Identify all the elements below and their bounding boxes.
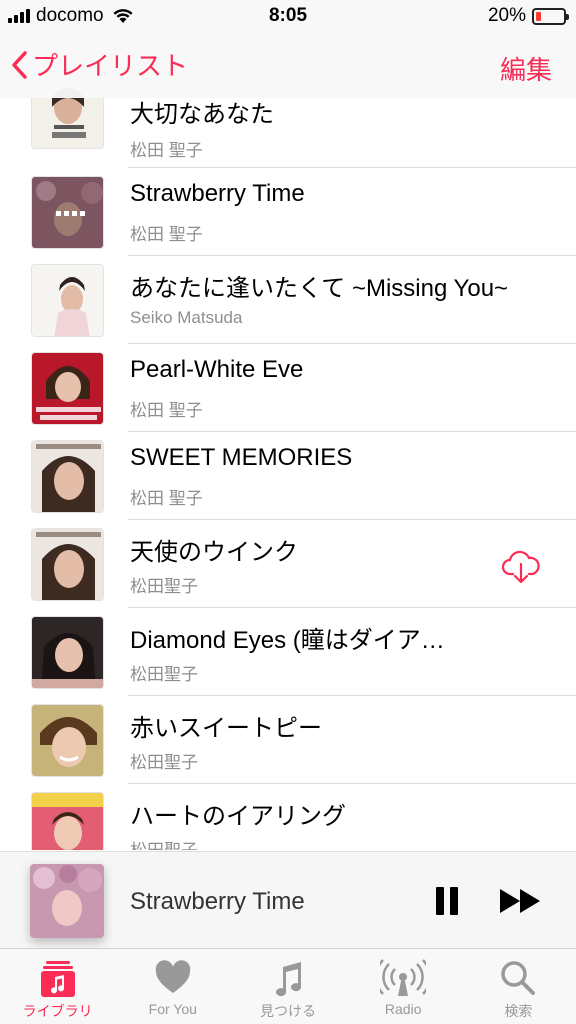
battery-indicator: 20% <box>487 5 569 27</box>
album-art <box>31 704 104 777</box>
radio-icon <box>380 959 427 996</box>
tab-label: 見つける <box>260 1003 316 1019</box>
tab-label: Radio <box>384 1001 422 1017</box>
music-note-icon <box>276 962 302 997</box>
song-title: ハートのイアリング <box>130 803 346 830</box>
song-title: SWEET MEMORIES <box>130 444 353 471</box>
now-playing-art <box>30 864 104 938</box>
song-row[interactable]: 赤いスイートピー 松田聖子 <box>0 696 576 784</box>
tab-bar: ライブラリ For You 見つける Radio 検索 <box>0 948 576 1024</box>
song-artist: 松田 聖子 <box>130 489 203 508</box>
song-row[interactable]: Diamond Eyes (瞳はダイア… 松田聖子 <box>0 608 576 696</box>
song-title: Strawberry Time <box>130 180 305 207</box>
tab-label: For You <box>148 1001 197 1017</box>
back-label: プレイリスト <box>32 51 189 81</box>
library-icon <box>40 961 75 997</box>
song-title: Diamond Eyes (瞳はダイア… <box>130 627 445 654</box>
song-artist: 松田聖子 <box>130 836 198 850</box>
back-button[interactable]: プレイリスト <box>10 46 188 83</box>
chevron-left-icon <box>12 50 27 79</box>
album-art <box>31 528 104 601</box>
song-title: 天使のウインク <box>130 539 298 566</box>
battery-icon <box>532 7 569 25</box>
now-playing-title: Strawberry Time <box>130 888 305 915</box>
song-artist: 松田聖子 <box>130 753 198 772</box>
pause-icon[interactable] <box>436 887 458 915</box>
status-bar: docomo 8:05 20% <box>0 0 576 32</box>
song-artist: 松田聖子 <box>130 577 198 596</box>
search-icon <box>501 961 536 995</box>
song-artist: 松田 聖子 <box>130 225 203 244</box>
song-title: あなたに逢いたくて ~Missing You~ <box>130 275 509 302</box>
fast-forward-icon[interactable] <box>500 889 542 913</box>
album-art <box>31 176 104 249</box>
tab-radio[interactable]: Radio <box>346 949 461 1024</box>
song-artist: 松田聖子 <box>130 665 198 684</box>
song-title: 赤いスイートピー <box>130 715 322 742</box>
album-art <box>31 352 104 425</box>
song-title: Pearl-White Eve <box>130 356 304 383</box>
tab-search[interactable]: 検索 <box>461 949 576 1024</box>
song-row[interactable]: Pearl-White Eve 松田 聖子 <box>0 344 576 432</box>
album-art <box>31 440 104 513</box>
cloud-download-icon[interactable] <box>501 550 541 584</box>
song-artist: Seiko Matsuda <box>130 308 243 327</box>
song-artist: 松田 聖子 <box>130 401 203 420</box>
song-list[interactable]: 大切なあなた 松田 聖子 Strawberry Time 松田 聖子 あなたに逢… <box>0 80 576 850</box>
tab-for-you[interactable]: For You <box>115 949 230 1024</box>
tab-library[interactable]: ライブラリ <box>0 949 115 1024</box>
navigation-bar: プレイリスト 編集 <box>0 32 576 98</box>
tab-label: ライブラリ <box>22 1003 93 1019</box>
tab-browse[interactable]: 見つける <box>230 949 345 1024</box>
song-title: 大切なあなた <box>130 101 274 128</box>
battery-percent: 20% <box>487 5 526 26</box>
playing-indicator-icon <box>56 211 85 216</box>
song-row[interactable]: Strawberry Time 松田 聖子 <box>0 168 576 256</box>
song-row[interactable]: あなたに逢いたくて ~Missing You~ Seiko Matsuda <box>0 256 576 344</box>
song-artist: 松田 聖子 <box>130 141 203 160</box>
album-art <box>31 792 104 850</box>
edit-button[interactable]: 編集 <box>500 50 552 87</box>
song-row[interactable]: 天使のウインク 松田聖子 <box>0 520 576 608</box>
battery-level <box>536 11 542 21</box>
album-art <box>31 616 104 689</box>
mini-player[interactable]: Strawberry Time <box>0 851 576 948</box>
album-art <box>31 264 104 337</box>
song-row[interactable]: SWEET MEMORIES 松田 聖子 <box>0 432 576 520</box>
tab-label: 検索 <box>504 1003 533 1019</box>
song-row[interactable]: ハートのイアリング 松田聖子 <box>0 784 576 850</box>
heart-icon <box>155 960 191 993</box>
